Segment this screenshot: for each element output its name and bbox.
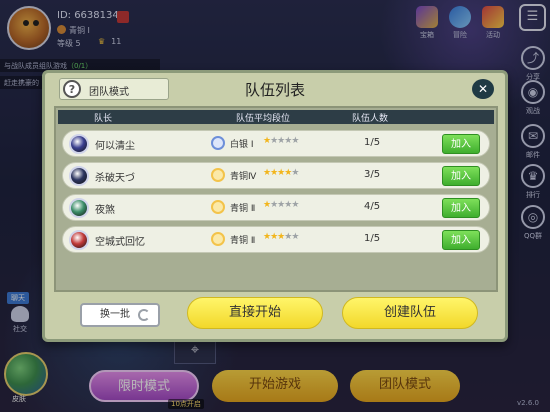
join-button[interactable]: 加入: [442, 166, 480, 186]
mode-tab: ? 团队模式: [59, 78, 169, 100]
column-members: 队伍人数: [352, 114, 389, 124]
join-button[interactable]: 加入: [442, 198, 480, 218]
member-count: 3/5: [364, 169, 381, 180]
column-header: 队长 队伍平均段位 队伍人数: [58, 110, 494, 124]
column-avg-rank: 队伍平均段位: [236, 114, 291, 124]
bronze-rank-icon: [211, 168, 225, 182]
leader-avatar: [69, 198, 89, 218]
refresh-label: 换一批: [100, 309, 130, 320]
silver-rank-icon: [211, 136, 225, 150]
mode-label: 团队模式: [89, 87, 129, 98]
refresh-button[interactable]: 换一批: [80, 303, 160, 327]
leader-name: 何以清尘: [95, 141, 135, 152]
star-empty-icon: ★: [291, 232, 299, 242]
team-rank: 青铜 Ⅱ: [230, 204, 256, 214]
leader-avatar: [69, 166, 89, 186]
refresh-icon: [138, 309, 150, 321]
close-button[interactable]: ✕: [472, 79, 494, 99]
team-row[interactable]: 夜煞 青铜 Ⅱ ★★★★★ 4/5 加入: [62, 194, 490, 221]
create-team-button[interactable]: 创建队伍: [342, 297, 478, 329]
team-rank: 青铜 Ⅱ: [230, 236, 256, 246]
team-list: 队长 队伍平均段位 队伍人数 何以清尘 白银 I ★★★★★ 1/5 加入 杀破…: [54, 106, 498, 292]
column-leader: 队长: [94, 114, 113, 124]
rank-stars: ★★★★★: [263, 200, 299, 210]
member-count: 1/5: [364, 137, 381, 148]
leader-avatar: [69, 134, 89, 154]
game-lobby-screen: ID: 6638134 青铜 I 等级 5 ♛ 11 与战队成员组队游戏（0/1）…: [0, 0, 550, 412]
team-row[interactable]: 杀破天づ 青铜Ⅳ ★★★★★ 3/5 加入: [62, 162, 490, 189]
team-row[interactable]: 何以清尘 白银 I ★★★★★ 1/5 加入: [62, 130, 490, 157]
team-rank: 青铜Ⅳ: [230, 172, 257, 182]
bronze-rank-icon: [211, 232, 225, 246]
leader-avatar: [69, 230, 89, 250]
star-empty-icon: ★: [291, 168, 299, 178]
star-empty-icon: ★: [291, 136, 299, 146]
team-row[interactable]: 空城式回忆 青铜 Ⅱ ★★★★★ 1/5 加入: [62, 226, 490, 253]
member-count: 4/5: [364, 201, 381, 212]
quick-start-button[interactable]: 直接开始: [187, 297, 323, 329]
join-button[interactable]: 加入: [442, 134, 480, 154]
rank-stars: ★★★★★: [263, 136, 299, 146]
rank-stars: ★★★★★: [263, 232, 299, 242]
help-icon[interactable]: ?: [63, 80, 81, 98]
rank-stars: ★★★★★: [263, 168, 299, 178]
team-list-dialog: 队伍列表 ? 团队模式 ✕ 队长 队伍平均段位 队伍人数 何以清尘 白银 I ★…: [42, 70, 508, 342]
join-button[interactable]: 加入: [442, 230, 480, 250]
bronze-rank-icon: [211, 200, 225, 214]
star-empty-icon: ★: [291, 200, 299, 210]
team-rank: 白银 I: [230, 140, 254, 150]
dialog-header: 队伍列表 ? 团队模式 ✕: [49, 76, 501, 102]
member-count: 1/5: [364, 233, 381, 244]
leader-name: 空城式回忆: [95, 237, 145, 248]
leader-name: 杀破天づ: [95, 173, 135, 184]
leader-name: 夜煞: [95, 205, 115, 216]
